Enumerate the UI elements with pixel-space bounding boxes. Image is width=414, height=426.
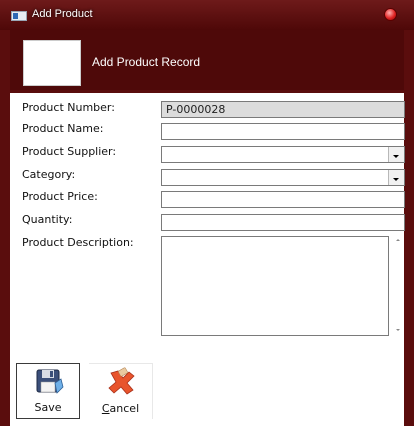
save-button[interactable]: Save [16, 363, 80, 419]
quantity-field[interactable] [161, 214, 405, 231]
title-bar[interactable]: Add Product [0, 0, 414, 30]
add-product-window: Add Product Add Product Record Product N… [0, 0, 414, 426]
app-window-icon [11, 11, 27, 21]
chevron-down-icon[interactable] [388, 170, 404, 185]
red-x-icon [108, 367, 135, 395]
category-select[interactable] [161, 169, 405, 186]
product-number-label: Product Number: [22, 101, 115, 114]
product-price-label: Product Price: [22, 190, 98, 203]
category-label: Category: [22, 168, 76, 181]
product-name-label: Product Name: [22, 122, 104, 135]
cancel-label: Cancel [101, 402, 140, 415]
save-label: Save [34, 401, 62, 414]
quantity-label: Quantity: [22, 213, 73, 226]
product-number-field[interactable]: P-0000028 [161, 101, 405, 118]
chevron-down-icon[interactable] [388, 147, 404, 162]
product-name-field[interactable] [161, 123, 405, 140]
header-band: Add Product Record [10, 30, 404, 90]
cancel-button[interactable]: Cancel [89, 363, 153, 419]
scroll-up-arrow-icon[interactable] [395, 236, 401, 244]
product-price-field[interactable] [161, 191, 405, 208]
product-logo-placeholder [23, 40, 81, 86]
product-description-label: Product Description: [22, 236, 134, 249]
scroll-down-arrow-icon[interactable] [395, 326, 401, 334]
product-description-textarea[interactable] [161, 236, 389, 336]
close-button[interactable] [384, 8, 397, 21]
product-supplier-select[interactable] [161, 146, 405, 163]
window-title: Add Product [32, 8, 93, 20]
floppy-disk-icon [36, 369, 64, 394]
form-panel: Product Number: P-0000028 Product Name: … [10, 93, 405, 426]
header-title: Add Product Record [92, 55, 201, 69]
product-supplier-label: Product Supplier: [22, 145, 117, 158]
